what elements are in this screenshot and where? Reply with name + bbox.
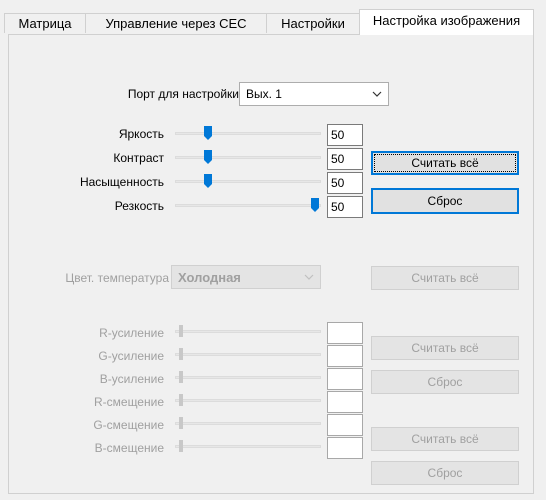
slider-thumb — [177, 393, 185, 407]
slider-thumb — [177, 370, 185, 384]
slider-track — [175, 204, 321, 207]
color-temp-select[interactable]: Холодная — [171, 265, 321, 289]
color-temp-select-value: Холодная — [178, 270, 241, 285]
offset-reset-button[interactable]: Сброс — [371, 461, 519, 485]
slider-thumb[interactable] — [204, 126, 212, 140]
image-settings-panel: Порт для настройки Вых. 1 Яркость 50 Контр… — [8, 34, 534, 494]
b-offset-label: B-смещение — [94, 441, 164, 455]
port-select-value: Вых. 1 — [246, 87, 282, 101]
r-gain-label: R-усиление — [99, 326, 164, 340]
slider-track — [175, 445, 321, 448]
g-offset-label: G-смещение — [93, 418, 164, 432]
read-all-button[interactable]: Считать всё — [371, 151, 519, 175]
g-offset-value-input[interactable] — [327, 414, 363, 436]
gain-read-all-button[interactable]: Считать всё — [371, 336, 519, 360]
b-gain-value-input[interactable] — [327, 368, 363, 390]
saturation-label: Насыщенность — [79, 175, 164, 189]
g-gain-value-input[interactable] — [327, 345, 363, 367]
g-gain-label: G-усиление — [98, 349, 164, 363]
saturation-value-input[interactable]: 50 — [327, 172, 363, 194]
g-offset-slider — [173, 415, 323, 433]
slider-thumb — [177, 439, 185, 453]
chevron-down-icon — [304, 274, 314, 280]
slider-thumb[interactable] — [204, 150, 212, 164]
color-temp-label: Цвет. температура — [65, 271, 169, 285]
b-gain-slider — [173, 369, 323, 387]
r-offset-slider — [173, 392, 323, 410]
slider-track — [175, 353, 321, 356]
contrast-value-input[interactable]: 50 — [327, 148, 363, 170]
slider-thumb — [177, 416, 185, 430]
contrast-slider[interactable] — [173, 149, 323, 167]
sharpness-label: Резкость — [114, 199, 164, 213]
gain-reset-button[interactable]: Сброс — [371, 370, 519, 394]
port-label: Порт для настройки — [127, 87, 239, 101]
slider-track — [175, 330, 321, 333]
brightness-slider[interactable] — [173, 125, 323, 143]
slider-track — [175, 180, 321, 183]
color-temp-read-all-button[interactable]: Считать всё — [371, 266, 519, 290]
contrast-label: Контраст — [113, 151, 164, 165]
offset-read-all-button[interactable]: Считать всё — [371, 427, 519, 451]
b-gain-label: B-усиление — [99, 372, 164, 386]
reset-button-label: Сброс — [427, 194, 463, 208]
slider-thumb — [177, 347, 185, 361]
r-gain-value-input[interactable] — [327, 322, 363, 344]
saturation-slider[interactable] — [173, 173, 323, 191]
tab-image-settings[interactable]: Настройка изображения — [359, 9, 534, 35]
tab-matrix[interactable]: Матрица — [4, 13, 86, 33]
slider-track — [175, 156, 321, 159]
r-offset-label: R-смещение — [93, 395, 164, 409]
r-offset-value-input[interactable] — [327, 391, 363, 413]
tab-settings[interactable]: Настройки — [266, 13, 360, 33]
b-offset-slider — [173, 438, 323, 456]
brightness-value-input[interactable]: 50 — [327, 124, 363, 146]
chevron-down-icon — [372, 91, 382, 97]
reset-button[interactable]: Сброс — [371, 188, 519, 214]
brightness-label: Яркость — [118, 127, 164, 141]
slider-track — [175, 132, 321, 135]
sharpness-value-input[interactable]: 50 — [327, 196, 363, 218]
r-gain-slider — [173, 323, 323, 341]
slider-track — [175, 399, 321, 402]
slider-thumb[interactable] — [204, 174, 212, 188]
slider-track — [175, 422, 321, 425]
b-offset-value-input[interactable] — [327, 437, 363, 459]
g-gain-slider — [173, 346, 323, 364]
tab-cec-control[interactable]: Управление через CEC — [85, 13, 267, 33]
slider-thumb — [177, 324, 185, 338]
sharpness-slider[interactable] — [173, 197, 323, 215]
slider-thumb[interactable] — [311, 198, 319, 212]
slider-track — [175, 376, 321, 379]
port-select[interactable]: Вых. 1 — [239, 82, 389, 106]
